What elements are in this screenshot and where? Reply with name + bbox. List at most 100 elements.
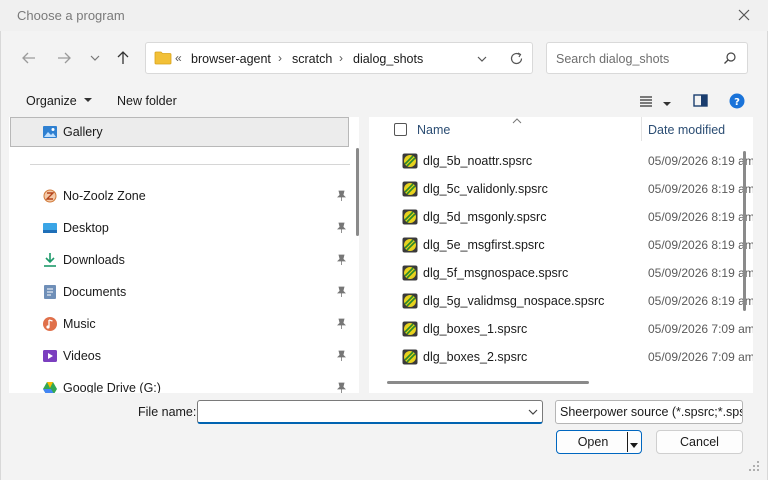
gallery-icon bbox=[42, 124, 58, 143]
sidebar-item-google-drive[interactable]: Google Drive (G:) bbox=[9, 373, 349, 393]
svg-text:?: ? bbox=[734, 97, 740, 108]
file-date: 05/09/2026 8:19 am bbox=[648, 210, 753, 224]
file-row[interactable]: dlg_boxes_2.spsrc 05/09/2026 7:09 am bbox=[369, 343, 753, 371]
sidebar-item-label: Desktop bbox=[63, 221, 109, 235]
file-name: dlg_boxes_1.spsrc bbox=[423, 322, 528, 336]
sidebar-item-desktop[interactable]: Desktop bbox=[9, 213, 349, 243]
title-bar: Choose a program bbox=[0, 0, 768, 31]
open-button[interactable]: Open bbox=[556, 430, 642, 454]
desktop-icon bbox=[42, 220, 58, 236]
view-options-caret-icon[interactable] bbox=[662, 97, 672, 111]
help-icon[interactable]: ? bbox=[729, 93, 745, 112]
pin-icon[interactable] bbox=[336, 222, 347, 234]
sidebar-item-label: Google Drive (G:) bbox=[63, 381, 161, 393]
close-icon[interactable] bbox=[735, 6, 753, 24]
file-date: 05/09/2026 8:19 am bbox=[648, 266, 753, 280]
up-arrow-icon[interactable] bbox=[112, 47, 134, 69]
file-row[interactable]: dlg_5g_validmsg_nospace.spsrc 05/09/2026… bbox=[369, 287, 753, 315]
file-name: dlg_5c_validonly.spsrc bbox=[423, 182, 548, 196]
cancel-button[interactable]: Cancel bbox=[656, 430, 743, 454]
column-header-name[interactable]: Name bbox=[417, 123, 450, 137]
spsrc-file-icon bbox=[402, 237, 418, 253]
pin-icon[interactable] bbox=[336, 318, 347, 330]
file-row[interactable]: dlg_5b_noattr.spsrc 05/09/2026 8:19 am bbox=[369, 147, 753, 175]
drive-icon bbox=[42, 380, 58, 393]
file-date: 05/09/2026 7:09 am bbox=[648, 350, 753, 364]
file-name-label: File name: bbox=[138, 405, 197, 419]
sidebar-item-label: Downloads bbox=[63, 253, 125, 267]
address-dropdown-icon[interactable] bbox=[476, 53, 488, 68]
file-row[interactable]: dlg_5f_msgnospace.spsrc 05/09/2026 8:19 … bbox=[369, 259, 753, 287]
file-date: 05/09/2026 8:19 am bbox=[648, 238, 753, 252]
sidebar-item-music[interactable]: Music bbox=[9, 309, 349, 339]
address-bar[interactable]: « browser-agent › scratch › dialog_shots bbox=[145, 42, 533, 74]
sidebar-item-label: No-Zoolz Zone bbox=[63, 189, 146, 203]
file-name-dropdown-icon[interactable] bbox=[527, 406, 539, 418]
navigation-scrollbar[interactable] bbox=[356, 148, 359, 236]
sort-ascending-icon bbox=[512, 117, 522, 126]
documents-icon bbox=[42, 284, 58, 300]
file-list-horizontal-scrollbar[interactable] bbox=[387, 381, 589, 384]
spsrc-file-icon bbox=[402, 181, 418, 197]
sidebar-divider bbox=[30, 164, 350, 165]
pin-icon[interactable] bbox=[336, 254, 347, 266]
file-name: dlg_5g_validmsg_nospace.spsrc bbox=[423, 294, 605, 308]
breadcrumb-separator-icon: › bbox=[278, 51, 282, 65]
file-date: 05/09/2026 8:19 am bbox=[648, 294, 753, 308]
folder-special-icon bbox=[42, 188, 58, 204]
file-name: dlg_5d_msgonly.spsrc bbox=[423, 210, 547, 224]
open-options-caret-icon[interactable] bbox=[629, 439, 639, 453]
file-row[interactable]: dlg_5c_validonly.spsrc 05/09/2026 8:19 a… bbox=[369, 175, 753, 203]
spsrc-file-icon bbox=[402, 265, 418, 281]
recent-locations-chevron-icon[interactable] bbox=[84, 47, 106, 69]
spsrc-file-icon bbox=[402, 321, 418, 337]
breadcrumb-segment[interactable]: browser-agent bbox=[191, 52, 271, 66]
forward-arrow-icon[interactable] bbox=[53, 47, 75, 69]
pin-icon[interactable] bbox=[336, 350, 347, 362]
select-all-checkbox[interactable] bbox=[394, 123, 407, 136]
sidebar-item-documents[interactable]: Documents bbox=[9, 277, 349, 307]
cancel-button-label: Cancel bbox=[680, 435, 719, 449]
file-type-value: Sheerpower source (*.spsrc;*.spsrc) bbox=[560, 405, 743, 419]
view-list-icon[interactable] bbox=[639, 95, 653, 110]
open-button-label: Open bbox=[577, 435, 609, 449]
sidebar-item-videos[interactable]: Videos bbox=[9, 341, 349, 371]
navigation-pane: Gallery No-Zoolz Zone Desktop Downloads bbox=[9, 117, 359, 393]
sidebar-item-gallery[interactable]: Gallery bbox=[10, 117, 349, 147]
search-box[interactable]: Search dialog_shots bbox=[546, 42, 748, 74]
organize-label: Organize bbox=[26, 94, 77, 108]
new-folder-button[interactable]: New folder bbox=[117, 94, 177, 108]
sidebar-item-label: Music bbox=[63, 317, 96, 331]
breadcrumb-segment[interactable]: dialog_shots bbox=[353, 52, 423, 66]
spsrc-file-icon bbox=[402, 349, 418, 365]
breadcrumb-segment[interactable]: scratch bbox=[292, 52, 332, 66]
preview-pane-icon[interactable] bbox=[693, 94, 708, 110]
search-icon[interactable] bbox=[723, 51, 737, 68]
file-name: dlg_5f_msgnospace.spsrc bbox=[423, 266, 569, 280]
pin-icon[interactable] bbox=[336, 286, 347, 298]
sidebar-item-no-zoolz-zone[interactable]: No-Zoolz Zone bbox=[9, 181, 349, 211]
file-name: dlg_5e_msgfirst.spsrc bbox=[423, 238, 545, 252]
file-list-vertical-scrollbar[interactable] bbox=[743, 151, 746, 311]
sidebar-item-downloads[interactable]: Downloads bbox=[9, 245, 349, 275]
organize-button[interactable]: Organize bbox=[26, 94, 93, 108]
breadcrumb-overflow[interactable]: « bbox=[175, 51, 182, 65]
file-date: 05/09/2026 7:09 am bbox=[648, 322, 753, 336]
file-row[interactable]: dlg_5e_msgfirst.spsrc 05/09/2026 8:19 am bbox=[369, 231, 753, 259]
file-list-pane: Name Date modified dlg_5b_noattr.spsrc 0… bbox=[369, 117, 753, 393]
file-type-select[interactable]: Sheerpower source (*.spsrc;*.spsrc) bbox=[555, 400, 743, 424]
file-name-input[interactable] bbox=[197, 400, 543, 424]
pin-icon[interactable] bbox=[336, 382, 347, 393]
file-name: dlg_5b_noattr.spsrc bbox=[423, 154, 533, 168]
back-arrow-icon[interactable] bbox=[18, 47, 40, 69]
column-divider[interactable] bbox=[641, 117, 642, 141]
pin-icon[interactable] bbox=[336, 190, 347, 202]
file-row[interactable]: dlg_5d_msgonly.spsrc 05/09/2026 8:19 am bbox=[369, 203, 753, 231]
column-header-date-modified[interactable]: Date modified bbox=[648, 123, 725, 137]
open-split-divider bbox=[627, 432, 628, 452]
refresh-icon[interactable] bbox=[509, 51, 524, 69]
search-placeholder: Search dialog_shots bbox=[556, 52, 670, 66]
resize-grip-icon[interactable] bbox=[748, 460, 760, 472]
spsrc-file-icon bbox=[402, 209, 418, 225]
file-row[interactable]: dlg_boxes_1.spsrc 05/09/2026 7:09 am bbox=[369, 315, 753, 343]
